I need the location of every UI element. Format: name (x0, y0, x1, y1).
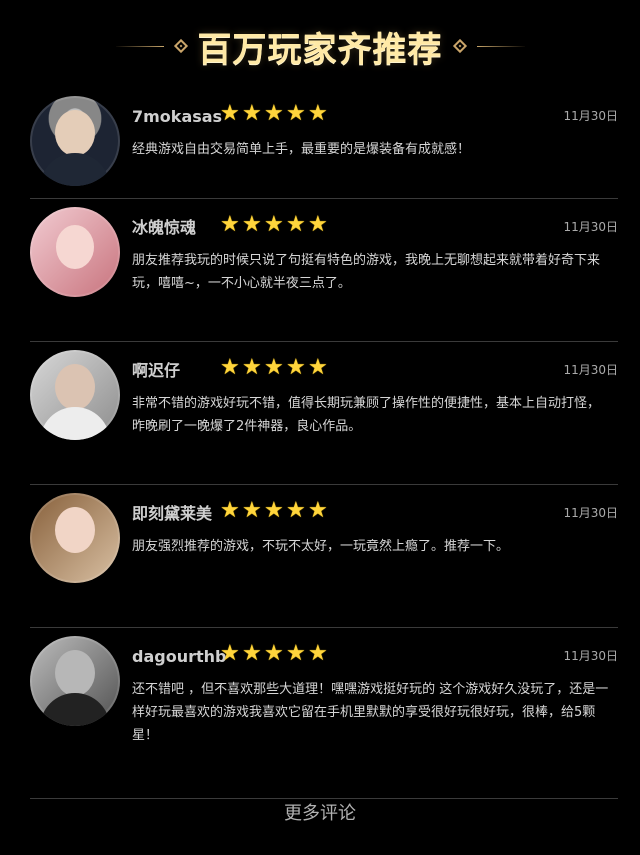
star-icon: ★ (220, 101, 240, 126)
star-icon: ★ (242, 498, 262, 523)
star-icon: ★ (308, 498, 328, 523)
rating-stars: ★ ★ ★ ★ ★ (220, 641, 328, 666)
avatar (30, 96, 120, 186)
star-icon: ★ (220, 355, 240, 380)
review-date: 11月30日 (563, 363, 618, 377)
star-icon: ★ (308, 212, 328, 237)
review-item: dagourthb ★ ★ ★ ★ ★ 11月30日 还不错吧 ，但不喜欢那些大… (30, 628, 618, 799)
review-comment: 朋友强烈推荐的游戏，不玩不太好，一玩竟然上瘾了。推荐一下。 (132, 539, 510, 554)
star-icon: ★ (220, 498, 240, 523)
avatar (30, 207, 120, 297)
review-date: 11月30日 (563, 649, 618, 663)
star-icon: ★ (264, 498, 284, 523)
star-icon: ★ (286, 212, 306, 237)
star-icon: ★ (264, 101, 284, 126)
star-icon: ★ (286, 101, 306, 126)
diamond-icon (452, 38, 467, 54)
review-comment: 朋友推荐我玩的时候只说了句挺有特色的游戏，我晚上无聊想起来就带着好奇下来玩，嘻嘻… (132, 253, 601, 291)
review-date: 11月30日 (563, 109, 618, 123)
recommendation-header: 百万玩家齐推荐 (0, 18, 640, 74)
star-icon: ★ (242, 212, 262, 237)
right-gold-line (476, 45, 525, 47)
review-item: 啊迟仔 ★ ★ ★ ★ ★ 11月30日 非常不错的游戏好玩不错，值得长期玩兼顾… (30, 342, 618, 485)
star-icon: ★ (286, 355, 306, 380)
star-icon: ★ (242, 355, 262, 380)
reviewer-name: 7mokasas (132, 107, 223, 126)
rating-stars: ★ ★ ★ ★ ★ (220, 212, 328, 237)
rating-stars: ★ ★ ★ ★ ★ (220, 101, 328, 126)
review-date: 11月30日 (563, 220, 618, 234)
review-item: 冰魄惊魂 ★ ★ ★ ★ ★ 11月30日 朋友推荐我玩的时候只说了句挺有特色的… (30, 199, 618, 342)
star-icon: ★ (286, 641, 306, 666)
review-item: 7mokasas ★ ★ ★ ★ ★ 11月30日 经典游戏自由交易简单上手，最… (30, 88, 618, 199)
rating-stars: ★ ★ ★ ★ ★ (220, 498, 328, 523)
reviewer-name: 即刻黛莱美 (132, 504, 213, 523)
diamond-icon (173, 38, 188, 54)
more-comments-link[interactable]: 更多评论 (0, 801, 640, 827)
star-icon: ★ (308, 641, 328, 666)
review-item: 即刻黛莱美 ★ ★ ★ ★ ★ 11月30日 朋友强烈推荐的游戏，不玩不太好，一… (30, 485, 618, 628)
star-icon: ★ (264, 641, 284, 666)
star-icon: ★ (242, 101, 262, 126)
avatar (30, 493, 120, 583)
star-icon: ★ (308, 101, 328, 126)
star-icon: ★ (264, 212, 284, 237)
review-comment: 经典游戏自由交易简单上手，最重要的是爆装备有成就感！ (132, 142, 471, 157)
rating-stars: ★ ★ ★ ★ ★ (220, 355, 328, 380)
reviewer-name: 啊迟仔 (132, 361, 181, 380)
left-gold-line (115, 45, 164, 47)
star-icon: ★ (220, 641, 240, 666)
avatar (30, 350, 120, 440)
review-comment: 还不错吧 ，但不喜欢那些大道理！嘿嘿游戏挺好玩的 这个游戏好久没玩了，还是一样好… (132, 682, 609, 743)
review-date: 11月30日 (563, 506, 618, 520)
star-icon: ★ (264, 355, 284, 380)
page-title: 百万玩家齐推荐 (197, 29, 443, 70)
review-page: 百万玩家齐推荐 7mokasas ★ ★ ★ ★ ★ 11月30日 经典游戏自由… (0, 0, 640, 855)
review-comment: 非常不错的游戏好玩不错，值得长期玩兼顾了操作性的便捷性，基本上自动打怪，昨晚刷了… (132, 396, 601, 434)
star-icon: ★ (308, 355, 328, 380)
reviewer-name: 冰魄惊魂 (132, 218, 197, 237)
star-icon: ★ (220, 212, 240, 237)
reviewer-name: dagourthb (132, 647, 227, 666)
star-icon: ★ (286, 498, 306, 523)
star-icon: ★ (242, 641, 262, 666)
avatar (30, 636, 120, 726)
review-list: 7mokasas ★ ★ ★ ★ ★ 11月30日 经典游戏自由交易简单上手，最… (30, 88, 618, 799)
